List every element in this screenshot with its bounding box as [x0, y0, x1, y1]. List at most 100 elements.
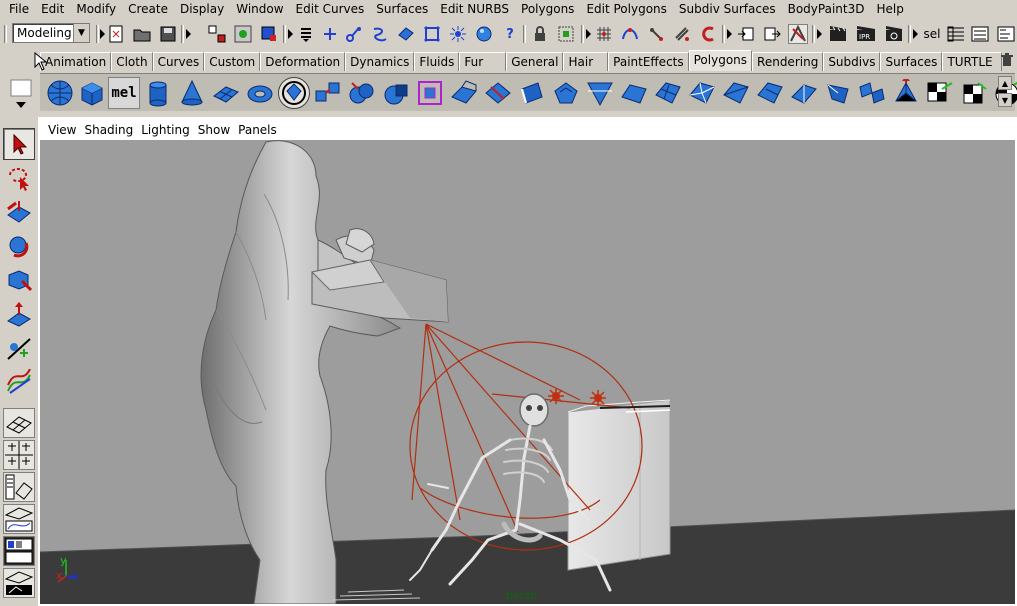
menu-subdiv-surfaces[interactable]: Subdiv Surfaces	[673, 0, 782, 18]
shelf-tab-hair[interactable]: Hair	[563, 52, 609, 71]
channel-box-toggle-icon[interactable]	[946, 24, 966, 44]
cylindrical-mapping-icon[interactable]	[958, 77, 990, 109]
poly-cylinder-icon[interactable]	[142, 77, 174, 109]
menu-set-selector[interactable]: Modeling ▼	[12, 23, 90, 43]
collapse-arrow-icon[interactable]	[100, 29, 105, 39]
rotate-tool-icon[interactable]	[3, 230, 35, 262]
lasso-tool-icon[interactable]	[3, 162, 35, 194]
poly-torus-icon[interactable]	[244, 77, 276, 109]
select-miscellaneous-icon[interactable]: ?	[500, 24, 520, 44]
menu-help[interactable]: Help	[870, 0, 909, 18]
hypershade-layout-button[interactable]	[3, 536, 35, 566]
poly-cone-icon[interactable]	[176, 77, 208, 109]
sel-label[interactable]: sel	[920, 24, 944, 44]
poke-faces-icon[interactable]	[686, 77, 718, 109]
show-manipulator-tool-icon[interactable]	[3, 366, 35, 398]
snap-to-curves-icon[interactable]	[620, 24, 640, 44]
new-scene-icon[interactable]	[106, 24, 126, 44]
shelf-tab-animation[interactable]: Animation	[40, 52, 112, 71]
panel-menu-panels[interactable]: Panels	[234, 123, 281, 137]
shelf-menu-button[interactable]	[8, 78, 34, 112]
save-scene-icon[interactable]	[158, 24, 178, 44]
separate-icon[interactable]	[312, 77, 344, 109]
extrude-face-icon[interactable]	[448, 77, 480, 109]
planar-mapping-icon[interactable]	[924, 77, 956, 109]
ipr-render-icon[interactable]: IPR	[856, 24, 876, 44]
collapse-arrow-icon[interactable]	[913, 29, 918, 39]
append-polygon-icon[interactable]	[788, 77, 820, 109]
shelf-tab-rendering[interactable]: Rendering	[752, 52, 824, 71]
poly-platonic-solid-icon[interactable]	[278, 77, 310, 109]
menu-window[interactable]: Window	[230, 0, 289, 18]
perspective-render-layout-button[interactable]	[3, 568, 35, 598]
tool-settings-toggle-icon[interactable]	[996, 24, 1016, 44]
snap-to-view-planes-icon[interactable]	[672, 24, 692, 44]
quadrangulate-icon[interactable]	[754, 77, 786, 109]
triangulate-icon[interactable]	[720, 77, 752, 109]
select-rendering-icon[interactable]	[474, 24, 494, 44]
snap-to-grids-icon[interactable]	[594, 24, 614, 44]
menu-file[interactable]: File	[3, 0, 35, 18]
single-perspective-layout-button[interactable]	[3, 408, 35, 438]
wedge-face-icon[interactable]	[618, 77, 650, 109]
select-curves-icon[interactable]	[370, 24, 390, 44]
shelf-tab-dynamics[interactable]: Dynamics	[345, 52, 415, 71]
subdivide-icon[interactable]	[652, 77, 684, 109]
panel-menu-view[interactable]: View	[44, 123, 80, 137]
shelf-tab-cloth[interactable]: Cloth	[111, 52, 153, 71]
select-tool-icon[interactable]	[3, 128, 35, 160]
select-by-component-type-icon[interactable]	[259, 24, 279, 44]
shelf-scroll-up-icon[interactable]: ▲	[998, 76, 1012, 90]
merge-vertices-icon[interactable]	[822, 77, 854, 109]
shelf-tab-curves[interactable]: Curves	[152, 52, 205, 71]
shelf-tab-subdivs[interactable]: Subdivs	[823, 52, 881, 71]
shelf-tab-fluids[interactable]: Fluids	[414, 52, 460, 71]
render-globals-icon[interactable]	[884, 24, 904, 44]
combine-icon[interactable]	[346, 77, 378, 109]
make-live-icon[interactable]	[698, 24, 718, 44]
collapse-arrow-icon[interactable]	[727, 29, 732, 39]
menu-display[interactable]: Display	[174, 0, 230, 18]
select-by-hierarchy-icon[interactable]	[207, 24, 227, 44]
select-dynamics-icon[interactable]	[448, 24, 468, 44]
shelf-tab-fur[interactable]: Fur	[459, 52, 507, 71]
poly-cube-icon[interactable]	[76, 77, 108, 109]
status-line-grip[interactable]	[4, 25, 7, 43]
selection-mask-menu-icon[interactable]	[296, 24, 316, 44]
split-vertex-icon[interactable]	[890, 77, 922, 109]
select-handles-icon[interactable]	[320, 24, 340, 44]
shelf-tab-custom[interactable]: Custom	[204, 52, 261, 71]
poly-plane-icon[interactable]	[210, 77, 242, 109]
boolean-icon[interactable]	[380, 77, 412, 109]
render-current-frame-icon[interactable]	[828, 24, 848, 44]
shelf-tab-deformation[interactable]: Deformation	[260, 52, 346, 71]
shelf-tab-surfaces[interactable]: Surfaces	[880, 52, 943, 71]
construction-history-icon[interactable]	[788, 24, 808, 44]
collapse-arrow-icon[interactable]	[288, 29, 293, 39]
select-joints-icon[interactable]	[344, 24, 364, 44]
open-scene-icon[interactable]	[132, 24, 152, 44]
bevel-icon[interactable]	[550, 77, 582, 109]
menu-modify[interactable]: Modify	[70, 0, 122, 18]
menu-polygons[interactable]: Polygons	[515, 0, 580, 18]
output-connections-icon[interactable]	[762, 24, 782, 44]
perspective-outliner-layout-button[interactable]	[3, 472, 35, 502]
shelf-tab-turtle[interactable]: TURTLE	[942, 52, 1002, 71]
poly-sphere-icon[interactable]	[44, 77, 76, 109]
split-polygon-icon[interactable]	[482, 77, 514, 109]
collapse-arrow-icon[interactable]	[586, 29, 591, 39]
collapse-arrow-icon[interactable]	[817, 29, 822, 39]
menu-edit[interactable]: Edit	[35, 0, 70, 18]
highlight-selection-icon[interactable]	[556, 24, 576, 44]
perspective-viewport[interactable]: persp y x z	[40, 140, 1015, 604]
mel-script-button[interactable]: mel	[108, 77, 140, 109]
trash-icon[interactable]	[1000, 53, 1014, 67]
four-view-layout-button[interactable]	[3, 440, 35, 470]
menu-create[interactable]: Create	[122, 0, 174, 18]
scale-tool-icon[interactable]	[3, 264, 35, 296]
cut-faces-icon[interactable]	[584, 77, 616, 109]
shelf-scroll-down-icon[interactable]: ▼	[998, 93, 1012, 107]
shelf-tab-painteffects[interactable]: PaintEffects	[608, 52, 689, 71]
soft-modification-tool-icon[interactable]	[3, 332, 35, 364]
collapse-arrow-icon[interactable]	[186, 29, 191, 39]
